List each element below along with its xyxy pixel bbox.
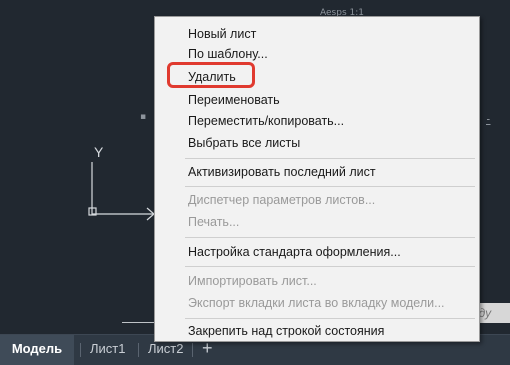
menu-item-new-sheet[interactable]: Новый лист (188, 27, 256, 41)
menu-item-export-to-model[interactable]: Экспорт вкладки листа во вкладку модели.… (188, 296, 445, 310)
drawing-annotation-fragment: ⁃ (486, 116, 491, 126)
menu-separator (185, 186, 475, 187)
menu-separator (185, 318, 475, 319)
menu-separator (185, 237, 475, 238)
menu-item-drafting-standard[interactable]: Настройка стандарта оформления... (188, 245, 401, 259)
tab-divider (192, 343, 193, 357)
menu-item-from-template[interactable]: По шаблону... (188, 47, 268, 61)
menu-separator (185, 266, 475, 267)
menu-item-print[interactable]: Печать... (188, 215, 239, 229)
menu-item-page-setup[interactable]: Диспетчер параметров листов... (188, 193, 375, 207)
tab-sheet1[interactable]: Лист1 (90, 335, 125, 365)
tab-model[interactable]: Модель (0, 335, 74, 365)
tab-divider (138, 343, 139, 357)
menu-separator (185, 158, 475, 159)
menu-item-rename[interactable]: Переименовать (188, 93, 280, 107)
delete-highlight-box (167, 62, 255, 88)
drawing-annotation-fragment: ▪ (140, 112, 147, 122)
menu-item-move-copy[interactable]: Переместить/копировать... (188, 114, 344, 128)
ucs-y-label: Y (94, 144, 104, 160)
tab-divider (80, 343, 81, 357)
menu-item-import-layout[interactable]: Импортировать лист... (188, 274, 317, 288)
menu-item-select-all[interactable]: Выбрать все листы (188, 136, 300, 150)
menu-item-dock-above-status[interactable]: Закрепить над строкой состояния (188, 324, 384, 338)
menu-item-activate-last[interactable]: Активизировать последний лист (188, 165, 376, 179)
